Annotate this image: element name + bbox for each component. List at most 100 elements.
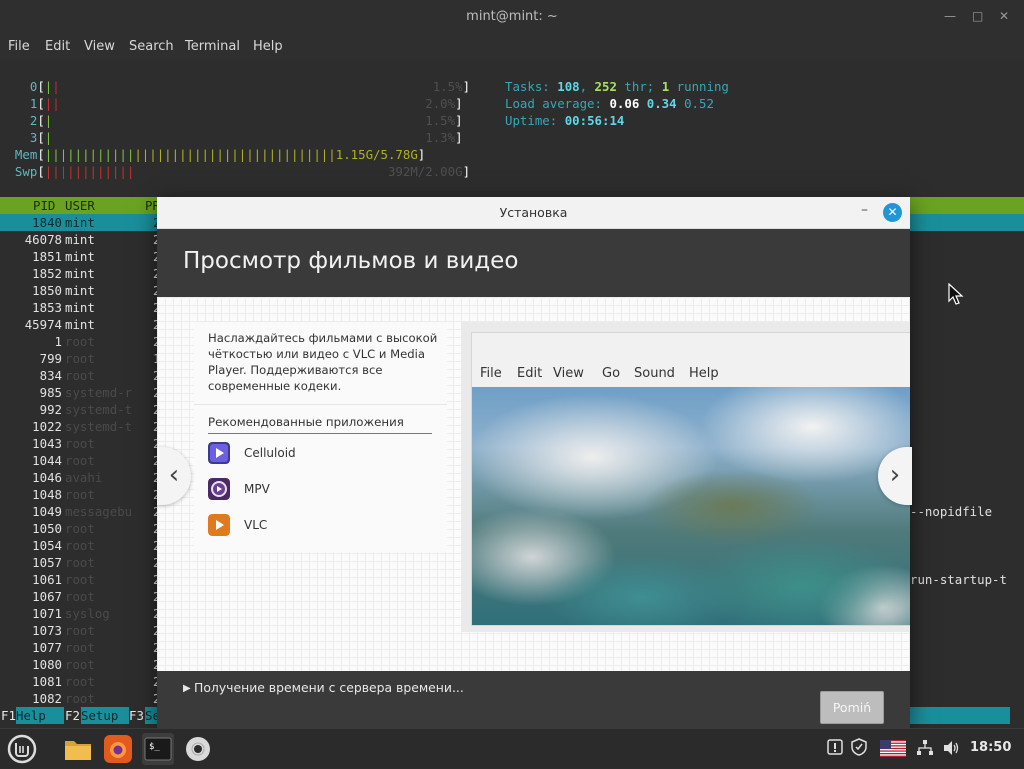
table-row[interactable]: 45974mint2 [0, 316, 161, 333]
table-row[interactable]: 1061root2 [0, 571, 160, 588]
table-row[interactable]: 1851mint2 [0, 248, 160, 265]
table-row[interactable]: 1853mint2 [0, 299, 160, 316]
preview-menu-item: Help [689, 366, 719, 381]
process-pid: 1067 [32, 589, 62, 604]
menu-view[interactable]: View [84, 39, 115, 54]
process-pid: 1852 [32, 266, 62, 281]
table-row[interactable]: 1081root2 [0, 673, 160, 690]
skip-button[interactable]: Pomiń [820, 691, 884, 724]
minimize-icon[interactable]: — [944, 9, 956, 23]
update-manager-icon[interactable] [827, 738, 843, 760]
mint-logo-icon [7, 734, 37, 764]
menu-edit[interactable]: Edit [45, 39, 70, 54]
process-user: root [65, 487, 95, 502]
minimize-icon[interactable]: – [861, 202, 868, 218]
table-row[interactable]: 834root2 [0, 367, 161, 384]
fkey-search[interactable]: Se [145, 707, 160, 724]
screenshot-window: File Edit View Go Sound Help [471, 332, 910, 626]
column-user[interactable]: USER [65, 197, 95, 214]
process-user: root [65, 572, 95, 587]
process-pid: 1054 [32, 538, 62, 553]
menu-button[interactable] [6, 733, 38, 765]
process-pid: 1044 [32, 453, 62, 468]
close-icon[interactable]: ✕ [999, 9, 1009, 23]
app-screenshot: File Edit View Go Sound Help [461, 322, 910, 632]
table-row[interactable]: 1077root2 [0, 639, 160, 656]
process-user: root [65, 555, 95, 570]
table-row[interactable]: 1048root2 [0, 486, 160, 503]
process-user: systemd-t [65, 419, 133, 434]
expander-arrow-icon[interactable]: ▶ [183, 683, 191, 694]
process-user: mint [65, 300, 95, 315]
table-row[interactable]: 1046avahi2 [0, 469, 160, 486]
menu-help[interactable]: Help [253, 39, 283, 54]
description-text: Наслаждайтесь фильмами с высокой чёткост… [208, 331, 438, 393]
table-row[interactable]: 1root2 [0, 333, 161, 350]
terminal-launcher[interactable]: $_ [142, 733, 174, 765]
terminal-title: mint@mint: ~ [466, 9, 558, 24]
table-row[interactable]: 1043root2 [0, 435, 160, 452]
cpu-meter-1: 1[|| 2.0%] [29, 96, 463, 111]
column-pid[interactable]: PID [33, 197, 55, 214]
table-row[interactable]: 1022systemd-t2 [0, 418, 160, 435]
table-row[interactable]: 799root1 [0, 350, 161, 367]
table-row[interactable]: 1852mint2 [0, 265, 160, 282]
table-row[interactable]: 1044root2 [0, 452, 160, 469]
table-row[interactable]: 1050root2 [0, 520, 160, 537]
fkey-bar-fill [910, 707, 1010, 724]
table-row[interactable]: 985systemd-r2 [0, 384, 161, 401]
table-row[interactable]: 1067root2 [0, 588, 160, 605]
dialog-footer: ▶ Получение времени с сервера времени...… [157, 671, 910, 728]
fkey-help[interactable]: Help [16, 707, 64, 724]
table-row[interactable]: 1080root2 [0, 656, 160, 673]
table-row[interactable]: 46078mint2 [0, 231, 161, 248]
table-row[interactable]: 1057root2 [0, 554, 160, 571]
process-pid: 1081 [32, 674, 62, 689]
page-title: Просмотр фильмов и видео [183, 248, 519, 274]
process-user: root [65, 640, 95, 655]
process-user: root [65, 351, 95, 366]
table-row[interactable]: 1054root2 [0, 537, 160, 554]
fkey-f2: F2 [65, 708, 80, 723]
dialog-content: Наслаждайтесь фильмами с высокой чёткост… [157, 297, 910, 671]
cpu-meter-0: 0[|| 1.5%] [29, 79, 471, 94]
table-row[interactable]: 1073root2 [0, 622, 160, 639]
table-row[interactable]: 1850mint2 [0, 282, 160, 299]
firefox-launcher[interactable] [102, 733, 134, 765]
fkey-setup[interactable]: Setup [81, 707, 129, 724]
shield-icon[interactable] [851, 738, 867, 760]
celluloid-icon [208, 442, 230, 464]
installer-dialog: Установка – ✕ Просмотр фильмов и видео Н… [157, 197, 912, 728]
volume-icon[interactable] [942, 739, 960, 761]
preview-menu-item: Go [602, 366, 621, 381]
fkey-f3: F3 [129, 708, 144, 723]
menu-terminal[interactable]: Terminal [185, 39, 240, 54]
process-user: root [65, 674, 95, 689]
process-user: messagebu [65, 504, 133, 519]
process-user: avahi [65, 470, 103, 485]
clock[interactable]: 18:50 [970, 740, 1011, 755]
dialog-titlebar: Установка – ✕ [157, 197, 910, 229]
uptime-stat: Uptime: 00:56:14 [505, 113, 625, 128]
table-row[interactable]: 1071syslog2 [0, 605, 160, 622]
recommended-apps-title: Рекомендованные приложения [208, 415, 404, 429]
table-row[interactable]: 1082root2 [0, 690, 160, 707]
close-icon[interactable]: ✕ [883, 203, 902, 222]
process-pid: 985 [39, 385, 62, 400]
mem-meter: Mem[||||||||||||||||||||||||||||||||||||… [14, 147, 426, 162]
menu-search[interactable]: Search [129, 39, 174, 54]
process-pid: 992 [39, 402, 62, 417]
files-launcher[interactable] [62, 733, 94, 765]
table-row[interactable]: 992systemd-t2 [0, 401, 161, 418]
process-user: root [65, 623, 95, 638]
menu-file[interactable]: File [8, 39, 30, 54]
disc-launcher[interactable] [182, 733, 214, 765]
table-row[interactable]: 1840mint2 [0, 214, 160, 231]
process-user: mint [65, 283, 95, 298]
process-pid: 1057 [32, 555, 62, 570]
table-row[interactable]: 1049messagebu2 [0, 503, 160, 520]
network-icon[interactable] [916, 739, 934, 761]
maximize-icon[interactable]: □ [972, 9, 983, 23]
keyboard-layout-flag-icon[interactable] [880, 740, 906, 761]
process-user: root [65, 691, 95, 706]
